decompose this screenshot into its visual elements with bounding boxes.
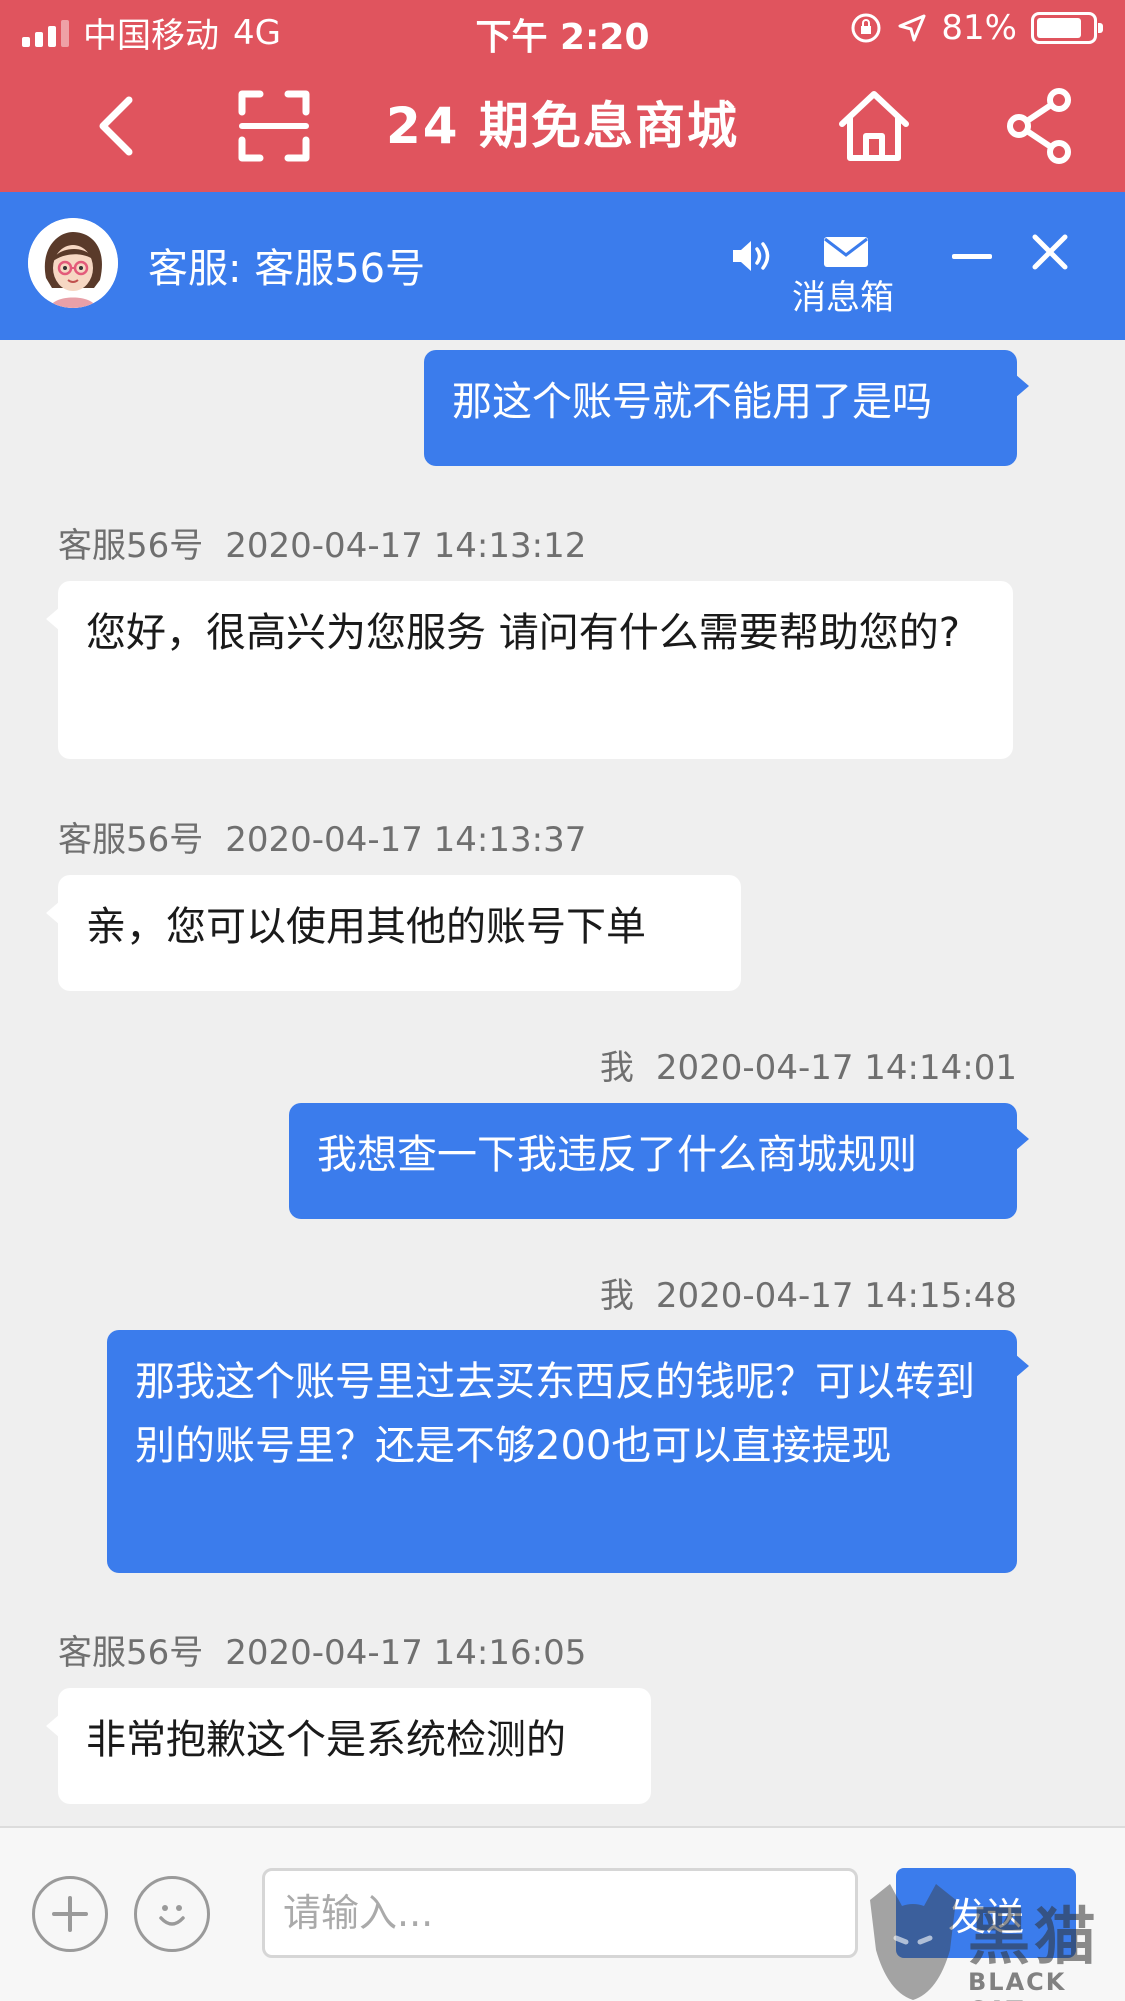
emoji-button[interactable] <box>134 1876 210 1952</box>
minimize-button[interactable] <box>950 234 994 278</box>
message-input[interactable] <box>262 1868 858 1958</box>
status-right: 81% <box>849 8 1103 48</box>
message-sender: 我 <box>599 1048 634 1088</box>
add-icon <box>52 1896 88 1932</box>
message-bubble-outgoing: 我想查一下我违反了什么商城规则 <box>289 1103 1029 1219</box>
app-header: 24 期免息商城 <box>0 60 1125 192</box>
close-chat-button[interactable] <box>1028 230 1072 274</box>
speaker-icon <box>733 241 770 271</box>
close-icon <box>1032 234 1068 270</box>
add-attachment-button[interactable] <box>32 1876 108 1952</box>
agent-avatar-icon <box>28 218 118 308</box>
message-bubble-incoming: 您好，很高兴为您服务 请问有什么需要帮助您的? <box>46 581 1013 759</box>
battery-percent: 81% <box>941 8 1017 48</box>
message-bubble-outgoing: 那我这个账号里过去买东西反的钱呢？可以转到别的账号里？还是不够200也可以直接提… <box>107 1330 1029 1573</box>
battery-fill <box>1037 18 1081 38</box>
message-time: 2020-04-17 14:13:37 <box>225 820 587 860</box>
message-list[interactable]: 那这个账号就不能用了是吗 客服56号 2020-04-17 14:13:12 您好… <box>0 340 1125 1826</box>
message-meta: 客服56号 2020-04-17 14:16:05 <box>58 1625 586 1674</box>
home-icon <box>839 91 909 161</box>
top-bar: 中国移动 4G 下午 2:20 81% 24 期免息商城 <box>0 0 1125 192</box>
message-meta: 客服56号 2020-04-17 14:13:37 <box>58 812 586 861</box>
minimize-icon <box>952 254 992 259</box>
message-meta: 客服56号 2020-04-17 14:13:12 <box>58 518 586 567</box>
watermark-text-cn: 黑猫 <box>968 1900 1101 1973</box>
black-cat-logo-icon <box>870 1884 956 2000</box>
message-bubble-incoming: 非常抱歉这个是系统检测的 <box>46 1688 651 1804</box>
chat-header: 客服: 客服56号 消息箱 <box>0 192 1125 340</box>
mail-icon <box>824 237 868 267</box>
message-bubble-outgoing: 那这个账号就不能用了是吗 <box>424 350 1029 466</box>
sound-toggle-button[interactable] <box>728 232 776 280</box>
agent-avatar <box>28 218 118 308</box>
orientation-lock-icon <box>851 13 881 43</box>
message-sender: 客服56号 <box>58 1633 204 1673</box>
home-button[interactable] <box>834 60 914 192</box>
message-time: 2020-04-17 14:14:01 <box>655 1048 1017 1088</box>
inbox-label[interactable]: 消息箱 <box>792 270 894 319</box>
watermark-text-en: BLACK CAT <box>968 1968 1067 2001</box>
message-sender: 客服56号 <box>58 526 204 566</box>
share-button[interactable] <box>1000 60 1080 192</box>
watermark: 黑猫 BLACK CAT <box>858 1880 1125 2001</box>
message-sender: 客服56号 <box>58 820 204 860</box>
location-icon <box>898 14 926 42</box>
status-bar: 中国移动 4G 下午 2:20 81% <box>0 0 1125 60</box>
page-title: 24 期免息商城 <box>386 97 739 155</box>
battery-icon <box>1031 12 1103 44</box>
message-time: 2020-04-17 14:16:05 <box>225 1633 587 1673</box>
inbox-button[interactable] <box>818 232 874 272</box>
message-time: 2020-04-17 14:15:48 <box>655 1276 1017 1316</box>
message-meta: 我 2020-04-17 14:14:01 <box>600 1040 1017 1089</box>
emoji-icon <box>159 1905 185 1926</box>
message-time: 2020-04-17 14:13:12 <box>225 526 587 566</box>
message-bubble-incoming: 亲，您可以使用其他的账号下单 <box>46 875 741 991</box>
share-icon <box>1007 88 1071 164</box>
message-sender: 我 <box>599 1276 634 1316</box>
message-meta: 我 2020-04-17 14:15:48 <box>600 1268 1017 1317</box>
agent-name: 客服: 客服56号 <box>148 246 426 292</box>
